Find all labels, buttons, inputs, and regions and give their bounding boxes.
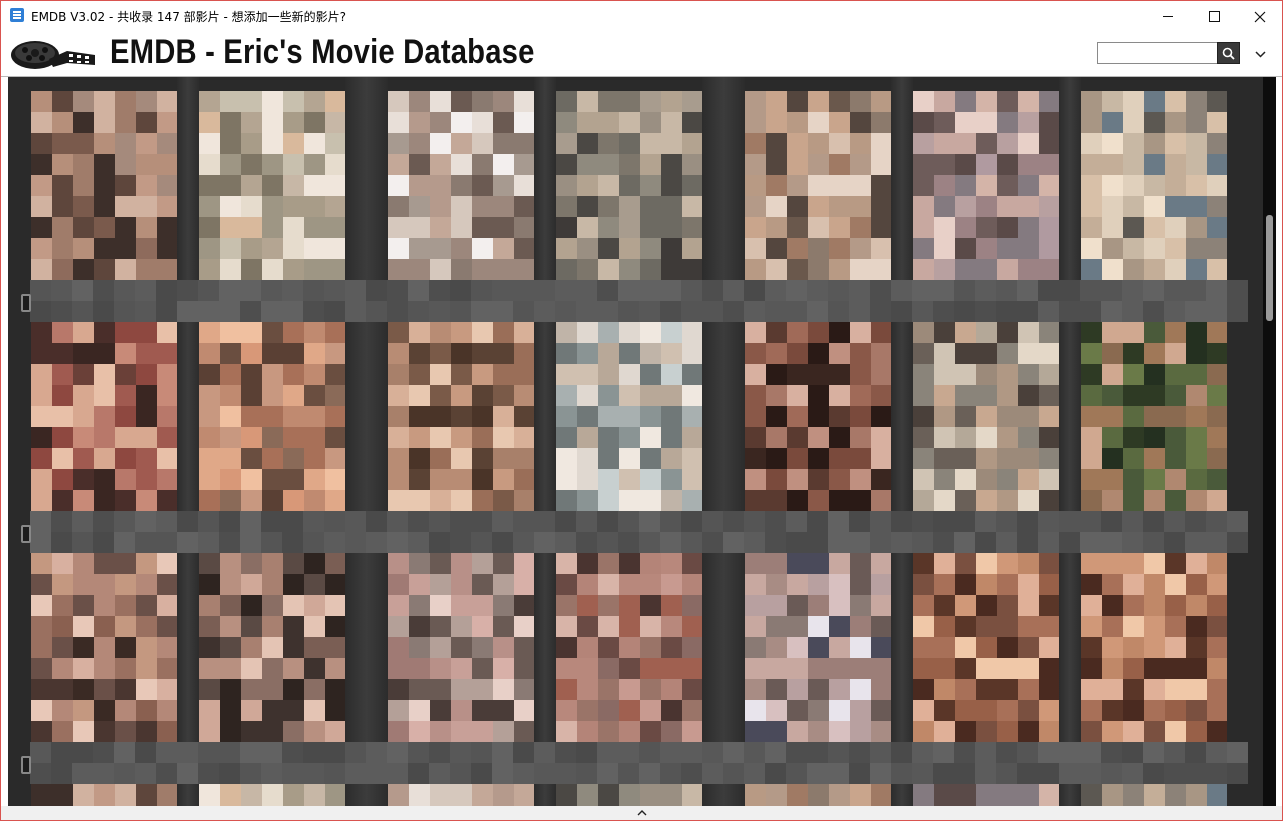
movie-poster[interactable]: [1081, 784, 1227, 806]
movie-poster[interactable]: [388, 322, 534, 511]
app-title: EMDB - Eric's Movie Database: [110, 33, 535, 71]
close-button[interactable]: [1237, 1, 1282, 32]
poster-image: [199, 91, 345, 280]
movie-poster[interactable]: [1081, 553, 1227, 742]
window-title: EMDB V3.02 - 共收录 147 部影片 - 想添加一些新的影片?: [31, 10, 346, 24]
shelf-bar: [30, 742, 1248, 784]
minimize-icon: [1163, 16, 1173, 17]
column-gutter: [534, 77, 556, 806]
movie-poster[interactable]: [745, 784, 891, 806]
poster-image: [1081, 322, 1227, 511]
bottom-panel-bar: [1, 806, 1282, 820]
search-input[interactable]: [1097, 42, 1219, 64]
movie-poster[interactable]: [1081, 322, 1227, 511]
movie-library[interactable]: [8, 77, 1276, 806]
poster-image: [199, 322, 345, 511]
movie-poster[interactable]: [745, 553, 891, 742]
movie-poster[interactable]: [913, 91, 1059, 280]
expand-panel-button[interactable]: [635, 806, 649, 820]
column-gutter: [702, 77, 745, 806]
movie-poster[interactable]: [556, 553, 702, 742]
movie-poster[interactable]: [556, 322, 702, 511]
poster-image: [556, 322, 702, 511]
film-reel-icon: [11, 41, 95, 69]
poster-image: [745, 784, 891, 806]
movie-poster[interactable]: [388, 553, 534, 742]
poster-image: [31, 784, 177, 806]
minimize-button[interactable]: [1145, 1, 1191, 32]
maximize-icon: [1208, 11, 1220, 22]
poster-image: [31, 553, 177, 742]
menu-dropdown-button[interactable]: [1251, 46, 1269, 62]
poster-image: [1081, 784, 1227, 806]
title-bar[interactable]: EMDB V3.02 - 共收录 147 部影片 - 想添加一些新的影片?: [1, 1, 1282, 32]
vertical-scrollbar[interactable]: [1263, 77, 1276, 806]
poster-image: [1081, 91, 1227, 280]
movie-poster[interactable]: [745, 91, 891, 280]
movie-poster[interactable]: [199, 322, 345, 511]
movie-poster[interactable]: [556, 784, 702, 806]
movie-poster[interactable]: [745, 322, 891, 511]
poster-image: [913, 322, 1059, 511]
poster-image: [388, 553, 534, 742]
poster-image: [556, 784, 702, 806]
poster-image: [913, 553, 1059, 742]
scrollbar-thumb[interactable]: [1266, 215, 1273, 321]
poster-image: [745, 322, 891, 511]
row-marker-icon: [21, 294, 31, 312]
column-gutter: [1059, 77, 1081, 806]
poster-image: [745, 553, 891, 742]
column-gutter: [177, 77, 199, 806]
poster-image: [1081, 553, 1227, 742]
movie-poster[interactable]: [913, 784, 1059, 806]
search-icon: [1222, 47, 1235, 60]
app-window: EMDB V3.02 - 共收录 147 部影片 - 想添加一些新的影片? EM…: [0, 0, 1283, 821]
row-marker-icon: [21, 525, 31, 543]
poster-image: [31, 91, 177, 280]
movie-poster[interactable]: [31, 91, 177, 280]
movie-poster[interactable]: [31, 322, 177, 511]
movie-poster[interactable]: [199, 553, 345, 742]
chevron-down-icon: [1254, 50, 1266, 58]
poster-image: [388, 784, 534, 806]
movie-poster[interactable]: [1081, 91, 1227, 280]
chevron-up-icon: [637, 810, 647, 816]
column-gutter: [345, 77, 388, 806]
app-icon: [10, 8, 24, 22]
poster-image: [913, 91, 1059, 280]
search-button[interactable]: [1217, 42, 1240, 64]
movie-poster[interactable]: [199, 91, 345, 280]
app-header: EMDB - Eric's Movie Database: [1, 32, 1282, 77]
poster-image: [199, 553, 345, 742]
poster-image: [199, 784, 345, 806]
close-icon: [1254, 11, 1266, 22]
row-marker-icon: [21, 756, 31, 774]
poster-image: [913, 784, 1059, 806]
poster-image: [388, 322, 534, 511]
movie-poster[interactable]: [388, 91, 534, 280]
poster-image: [556, 91, 702, 280]
shelf-bar: [30, 511, 1248, 553]
poster-image: [556, 553, 702, 742]
movie-poster[interactable]: [31, 553, 177, 742]
movie-poster[interactable]: [556, 91, 702, 280]
poster-grid: [8, 77, 1263, 806]
movie-poster[interactable]: [199, 784, 345, 806]
shelf-bar: [30, 280, 1248, 322]
poster-image: [31, 322, 177, 511]
poster-image: [745, 91, 891, 280]
movie-poster[interactable]: [913, 553, 1059, 742]
movie-poster[interactable]: [388, 784, 534, 806]
movie-poster[interactable]: [31, 784, 177, 806]
movie-poster[interactable]: [913, 322, 1059, 511]
maximize-button[interactable]: [1191, 1, 1237, 32]
column-gutter: [891, 77, 913, 806]
poster-image: [388, 91, 534, 280]
